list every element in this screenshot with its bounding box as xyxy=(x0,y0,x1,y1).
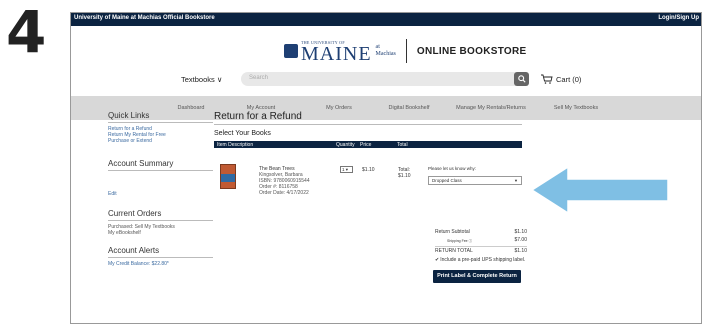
cart-label: Cart (0) xyxy=(556,74,582,84)
store-logo[interactable]: THE UNIVERSITY OF MAINE at Machias ONLIN… xyxy=(284,37,527,65)
sidebar: Quick Links Return for a Refund Return M… xyxy=(108,111,213,267)
header-item-description: Item Description xyxy=(217,142,254,148)
current-order-item[interactable]: My eBookshelf xyxy=(108,230,213,236)
logo-maine: MAINE xyxy=(301,42,372,65)
book-cover-image xyxy=(220,164,236,189)
print-label-complete-return-button[interactable]: Print Label & Complete Return xyxy=(433,270,521,283)
header-total: Total xyxy=(397,142,408,148)
account-summary-title: Account Summary xyxy=(108,158,174,168)
quick-links-title: Quick Links xyxy=(108,111,150,120)
university-seal-icon xyxy=(284,44,298,58)
table-header: Item Description Quantity Price Total xyxy=(214,141,522,148)
summary-divider xyxy=(435,246,527,247)
current-orders-title: Current Orders xyxy=(108,208,162,218)
return-reason-label: Please let us know why: xyxy=(428,166,477,171)
search-input[interactable]: Search xyxy=(241,72,521,86)
login-signup-link[interactable]: Login/Sign Up xyxy=(658,15,699,21)
nav-row: Textbooks ∨ Search Cart (0) xyxy=(71,72,701,88)
prepaid-label-text: Include a pre-paid UPS shipping label. xyxy=(440,257,526,263)
quantity-select[interactable]: 1 ▾ xyxy=(340,166,353,173)
search-button[interactable] xyxy=(514,72,529,86)
header-quantity: Quantity xyxy=(336,142,355,148)
title-divider xyxy=(214,124,522,125)
return-summary: Return Subtotal $1.10 Shipping Fee ⓘ $7.00… xyxy=(435,229,527,263)
store-name: University of Maine at Machias Official … xyxy=(74,15,215,21)
sidebar-divider xyxy=(108,169,213,171)
top-bar: University of Maine at Machias Official … xyxy=(71,13,701,26)
sidebar-divider xyxy=(108,122,213,123)
subtotal-label: Return Subtotal xyxy=(435,229,470,235)
sidebar-divider xyxy=(108,219,213,221)
shipping-fee-value: $7.00 xyxy=(514,237,527,243)
cart-icon xyxy=(541,74,553,84)
step-number: 4 xyxy=(6,0,47,66)
book-order-date: Order Date: 4/17/2022 xyxy=(259,190,309,196)
chevron-down-icon: ▼ xyxy=(514,178,518,183)
return-panel: Return for a Refund Select Your Books It… xyxy=(214,111,524,148)
search-icon xyxy=(517,75,526,83)
book-price: $1.10 xyxy=(362,167,375,173)
credit-balance: My Credit Balance: $22.80* xyxy=(108,261,169,268)
return-total-label: RETURN TOTAL xyxy=(435,248,473,254)
menu-sell-my-textbooks[interactable]: Sell My Textbooks xyxy=(541,96,611,120)
checkmark-icon: ✔ xyxy=(435,257,440,263)
return-total-value: $1.10 xyxy=(514,248,527,254)
return-reason-select[interactable]: Dropped Class ▼ xyxy=(428,176,522,185)
logo-machias: Machias xyxy=(375,51,396,57)
prepaid-label-checkbox[interactable]: ✔ Include a pre-paid UPS shipping label. xyxy=(435,257,527,263)
header-price: Price xyxy=(360,142,372,148)
shipping-fee-label: Shipping Fee ⓘ xyxy=(447,239,473,243)
search-placeholder: Search xyxy=(249,75,269,81)
total-value: $1.10 xyxy=(398,173,411,179)
cart-link[interactable]: Cart (0) xyxy=(541,74,581,84)
quick-link-purchase-extend[interactable]: Purchase or Extend xyxy=(108,138,213,144)
return-reason-value: Dropped Class xyxy=(432,178,462,183)
edit-link[interactable]: Edit xyxy=(108,191,213,197)
online-bookstore-label: ONLINE BOOKSTORE xyxy=(416,45,527,57)
select-books-subtitle: Select Your Books xyxy=(214,130,271,137)
logo-at: at xyxy=(375,44,380,50)
logo-divider xyxy=(405,39,407,63)
account-alerts-title: Account Alerts xyxy=(108,246,160,256)
subtotal-value: $1.10 xyxy=(514,229,527,235)
book-total: Total: $1.10 xyxy=(398,167,411,179)
sidebar-divider xyxy=(108,257,213,259)
textbooks-dropdown[interactable]: Textbooks ∨ xyxy=(181,75,222,84)
book-details: The Bean Trees Kingsolver, Barbara ISBN:… xyxy=(259,166,310,196)
pointer-arrow-icon xyxy=(530,165,669,215)
page-title: Return for a Refund xyxy=(214,111,302,122)
